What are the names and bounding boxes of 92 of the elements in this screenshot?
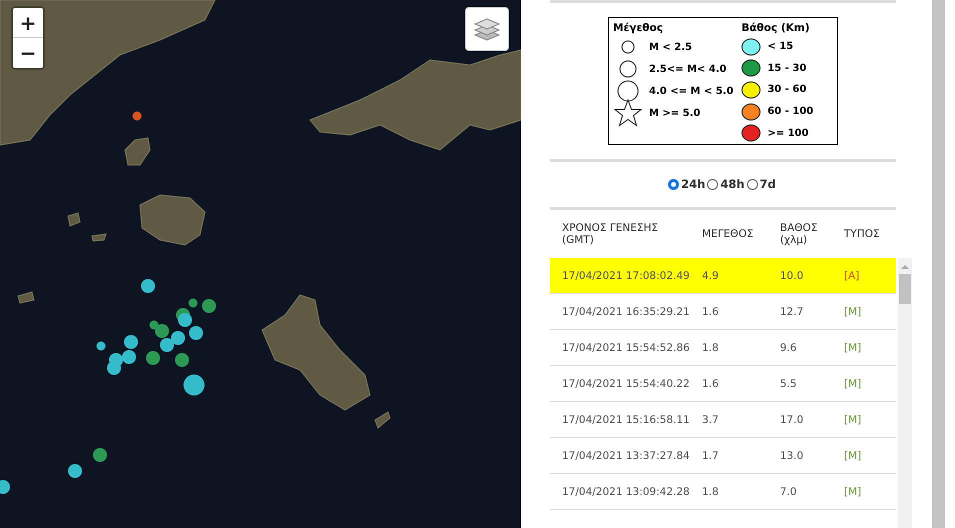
type-cell-text: [M] xyxy=(844,342,862,354)
layers-icon xyxy=(473,16,501,42)
event-row[interactable]: 17/04/2021 13:09:42.28 1.8 7.0 [M] xyxy=(550,474,896,510)
time-cell-text: 17/04/2021 15:54:40.22 xyxy=(561,378,691,390)
islet-drawing xyxy=(91,233,107,242)
type-cell-text: [M] xyxy=(844,486,862,498)
earthquake-marker[interactable] xyxy=(122,350,136,364)
star-icon xyxy=(614,99,642,127)
table-scrollbar[interactable] xyxy=(898,258,912,528)
legend-label: M >= 5.0 xyxy=(649,108,700,118)
earthquake-marker[interactable] xyxy=(175,353,189,367)
depth-cell-text: 17.0 xyxy=(780,414,804,426)
type-cell-text: [M] xyxy=(844,306,862,318)
time-cell-text: 17/04/2021 17:08:02.49 xyxy=(561,270,691,282)
earthquake-marker[interactable] xyxy=(171,331,185,345)
depth-cell-text: 5.5 xyxy=(780,378,798,390)
depth-cell-text: 12.7 xyxy=(780,306,804,318)
circle-icon xyxy=(621,40,635,54)
earthquake-marker[interactable] xyxy=(184,374,204,396)
islet-drawing xyxy=(17,291,35,304)
event-row[interactable]: 17/04/2021 15:54:52.86 1.8 9.6 [M] xyxy=(550,330,896,366)
magnitude-cell-text: 1.8 xyxy=(702,486,720,498)
earthquake-marker[interactable] xyxy=(124,335,138,349)
depth-cell-text: 7.0 xyxy=(780,486,798,498)
earthquake-marker[interactable] xyxy=(202,299,216,313)
satellite-map[interactable]: + − xyxy=(0,0,521,528)
legend-label: 60 - 100 xyxy=(767,106,814,118)
zoom-in-button[interactable]: + xyxy=(13,8,43,38)
legend-label: 15 - 30 xyxy=(767,62,806,74)
time-cell-text: 17/04/2021 15:16:58.11 xyxy=(561,414,691,426)
legend-label: M < 2.5 xyxy=(649,42,692,52)
event-row[interactable]: 17/04/2021 17:08:02.49 4.9 10.0 [A] xyxy=(550,258,896,294)
earthquake-marker[interactable] xyxy=(160,338,174,352)
earthquake-marker[interactable] xyxy=(0,480,10,494)
event-row[interactable]: 17/04/2021 15:16:58.11 3.7 17.0 [M] xyxy=(550,402,896,438)
zoom-out-button[interactable]: − xyxy=(13,38,43,68)
island-drawing xyxy=(139,194,206,246)
event-row[interactable]: 17/04/2021 13:37:27.84 1.7 13.0 [M] xyxy=(550,438,896,474)
islet-drawing xyxy=(374,411,391,429)
magnitude-cell-text: 1.7 xyxy=(702,450,720,462)
earthquake-marker[interactable] xyxy=(189,326,203,340)
type-cell-text: [M] xyxy=(844,450,862,462)
legend-label: 30 - 60 xyxy=(767,84,806,96)
earthquake-marker[interactable] xyxy=(93,448,107,462)
column-header: ΧΡΟΝΟΣ ΓΕΝΕΣΗΣ (GMT) xyxy=(561,222,660,246)
earthquake-marker[interactable] xyxy=(188,298,198,308)
period-radio[interactable]: 48h xyxy=(707,177,745,192)
scroll-thumb[interactable] xyxy=(899,274,911,304)
earthquake-marker[interactable] xyxy=(150,320,158,330)
page-scrollbar[interactable] xyxy=(932,0,945,528)
legend-label: 2.5<= M< 4.0 xyxy=(649,64,726,74)
earthquake-marker[interactable] xyxy=(96,342,106,350)
magnitude-cell-text: 1.6 xyxy=(702,378,720,390)
earthquake-marker[interactable] xyxy=(146,351,160,365)
column-header: ΜΕΓΕΘΟΣ xyxy=(702,228,754,240)
depth-cell-text: 10.0 xyxy=(780,270,804,282)
time-cell-text: 17/04/2021 16:35:29.21 xyxy=(561,306,691,318)
event-row[interactable]: 17/04/2021 15:54:40.22 1.6 5.5 [M] xyxy=(550,366,896,402)
legend-label: 4.0 <= M < 5.0 xyxy=(649,86,734,96)
earthquake-marker[interactable] xyxy=(107,361,121,375)
time-cell-text: 17/04/2021 13:37:27.84 xyxy=(561,450,691,462)
type-cell-text: [M] xyxy=(844,414,862,426)
magnitude-cell-text: 1.8 xyxy=(702,342,720,354)
type-cell-text: [A] xyxy=(844,270,860,282)
scroll-up-icon xyxy=(901,264,909,270)
earthquake-marker[interactable] xyxy=(68,464,82,478)
magnitude-cell-text: 4.9 xyxy=(702,270,720,282)
period-radio[interactable]: 24h xyxy=(668,177,706,192)
earthquake-marker[interactable] xyxy=(155,324,169,338)
column-header: ΤΥΠΟΣ xyxy=(844,228,881,240)
period-radio[interactable]: 7d xyxy=(746,177,776,192)
magnitude-cell-text: 3.7 xyxy=(702,414,720,426)
time-cell-text: 17/04/2021 15:54:52.86 xyxy=(561,342,691,354)
column-header: ΒΑΘΟΣ (χλμ) xyxy=(780,222,819,246)
islet-drawing xyxy=(67,212,81,227)
earthquake-marker[interactable] xyxy=(178,313,192,327)
time-cell-text: 17/04/2021 13:09:42.28 xyxy=(561,486,691,498)
legend-label: < 15 xyxy=(767,41,794,52)
depth-cell-text: 9.6 xyxy=(780,342,798,354)
legend-title: Μέγεθος xyxy=(613,22,664,34)
legend-label: >= 100 xyxy=(767,128,809,139)
earthquake-marker[interactable] xyxy=(141,279,155,293)
layers-button[interactable] xyxy=(465,7,509,51)
depth-cell-text: 13.0 xyxy=(780,450,804,462)
circle-icon xyxy=(619,60,637,78)
type-cell-text: [M] xyxy=(844,378,862,390)
legend-title: Βάθος (Km) xyxy=(741,22,811,34)
island-drawing xyxy=(124,137,151,166)
circle-icon xyxy=(617,80,639,102)
magnitude-cell-text: 1.6 xyxy=(702,306,720,318)
event-row[interactable]: 17/04/2021 16:35:29.21 1.6 12.7 [M] xyxy=(550,294,896,330)
earthquake-marker[interactable] xyxy=(132,112,142,120)
